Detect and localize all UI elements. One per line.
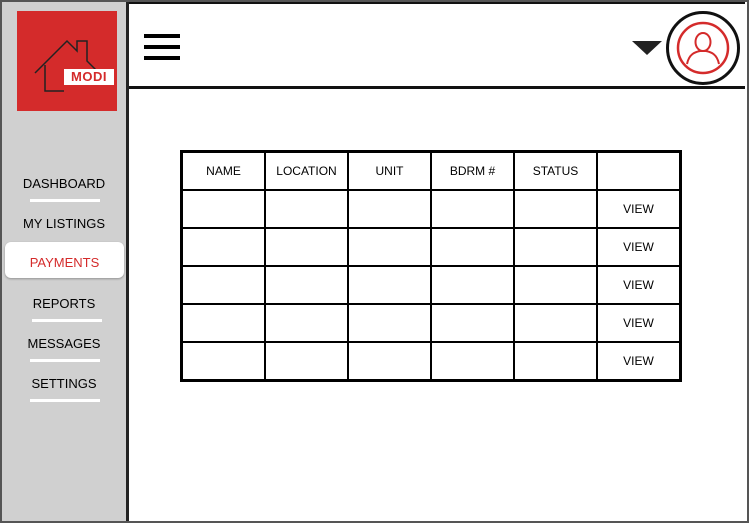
cell-name (180, 303, 266, 343)
view-button[interactable]: VIEW (596, 303, 682, 343)
cell-name (180, 341, 266, 382)
cell-bdrm (430, 265, 515, 305)
column-header-bdrm: BDRM # (430, 150, 515, 191)
column-header-name: NAME (180, 150, 266, 191)
sidebar-item-label: MESSAGES (27, 336, 101, 351)
user-avatar-icon (676, 21, 730, 75)
cell-status (513, 227, 598, 267)
sidebar-item-label: PAYMENTS (29, 255, 100, 270)
table-row: VIEW (180, 341, 682, 382)
cell-status (513, 189, 598, 229)
column-header-action (596, 150, 682, 191)
cell-unit (347, 189, 432, 229)
sidebar-item-label: SETTINGS (31, 376, 97, 391)
divider (30, 359, 100, 362)
listings-table: NAME LOCATION UNIT BDRM # STATUS VIEW VI… (180, 150, 682, 382)
cell-location (264, 265, 349, 305)
column-header-location: LOCATION (264, 150, 349, 191)
sidebar: MODI DASHBOARD MY LISTINGS PAYMENTS REPO… (2, 2, 129, 521)
sidebar-item-label: REPORTS (32, 296, 96, 311)
divider (30, 199, 100, 202)
table-row: VIEW (180, 303, 682, 343)
cell-status (513, 341, 598, 382)
cell-name (180, 227, 266, 267)
cell-location (264, 189, 349, 229)
cell-unit (347, 227, 432, 267)
view-button[interactable]: VIEW (596, 189, 682, 229)
top-header (129, 2, 745, 89)
cell-unit (347, 341, 432, 382)
view-button[interactable]: VIEW (596, 227, 682, 267)
divider (32, 319, 102, 322)
cell-status (513, 265, 598, 305)
cell-location (264, 227, 349, 267)
sidebar-item-dashboard[interactable]: DASHBOARD (2, 165, 126, 202)
sidebar-item-my-listings[interactable]: MY LISTINGS (2, 205, 126, 241)
cell-bdrm (430, 189, 515, 229)
cell-status (513, 303, 598, 343)
divider (30, 399, 100, 402)
sidebar-item-label: DASHBOARD (22, 176, 106, 191)
modi-logo[interactable]: MODI (17, 11, 117, 111)
cell-bdrm (430, 303, 515, 343)
cell-unit (347, 265, 432, 305)
cell-unit (347, 303, 432, 343)
caret-down-icon[interactable] (632, 41, 662, 55)
house-icon (34, 39, 100, 92)
sidebar-item-payments[interactable]: PAYMENTS (5, 242, 124, 278)
sidebar-item-label: MY LISTINGS (22, 216, 106, 231)
sidebar-item-reports[interactable]: REPORTS (2, 285, 126, 322)
view-button[interactable]: VIEW (596, 341, 682, 382)
cell-bdrm (430, 341, 515, 382)
hamburger-menu-icon[interactable] (144, 32, 180, 62)
cell-location (264, 341, 349, 382)
column-header-status: STATUS (513, 150, 598, 191)
logo-text: MODI (64, 69, 114, 85)
cell-bdrm (430, 227, 515, 267)
cell-location (264, 303, 349, 343)
table-row: VIEW (180, 265, 682, 305)
cell-name (180, 265, 266, 305)
user-avatar[interactable] (666, 11, 740, 85)
table-row: VIEW (180, 227, 682, 267)
table-header-row: NAME LOCATION UNIT BDRM # STATUS (180, 150, 682, 191)
view-button[interactable]: VIEW (596, 265, 682, 305)
cell-name (180, 189, 266, 229)
sidebar-item-settings[interactable]: SETTINGS (2, 365, 126, 402)
sidebar-item-messages[interactable]: MESSAGES (2, 325, 126, 362)
table-row: VIEW (180, 189, 682, 229)
column-header-unit: UNIT (347, 150, 432, 191)
